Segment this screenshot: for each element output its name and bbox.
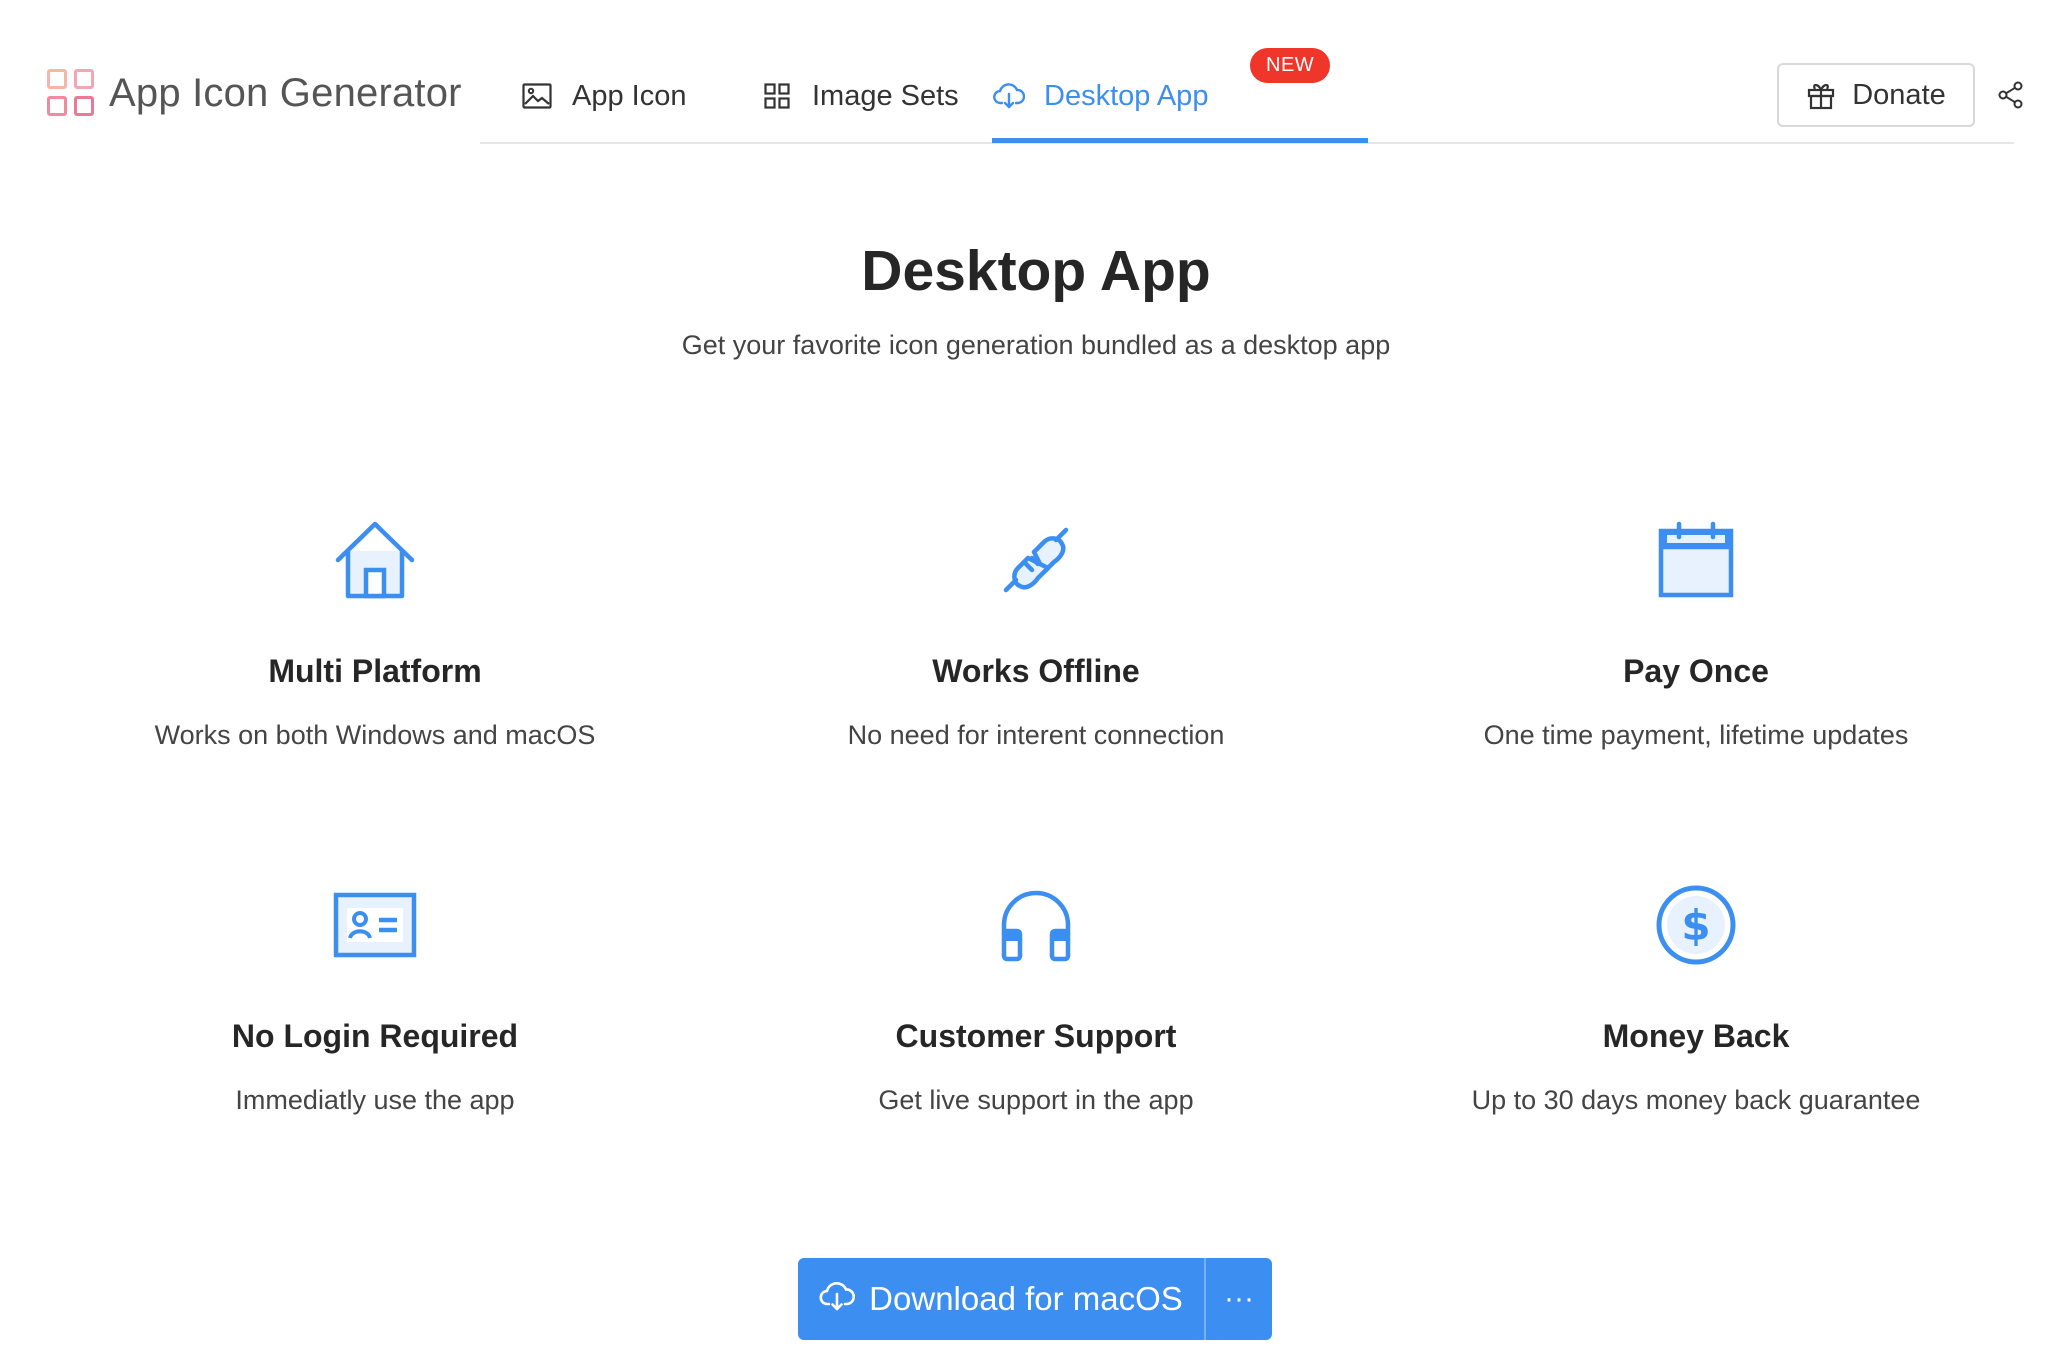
feature-multi-platform: Multi Platform Works on both Windows and…: [45, 515, 705, 751]
tab-label: Desktop App: [1044, 79, 1209, 112]
page-subtitle: Get your favorite icon generation bundle…: [681, 330, 1391, 360]
home-icon: [330, 515, 420, 605]
tab-label: Image Sets: [812, 79, 959, 112]
header: App Icon Generator App Icon Image Sets D…: [0, 0, 2072, 150]
page-title: Desktop App: [861, 239, 1211, 303]
feature-title: Money Back: [1602, 1018, 1790, 1054]
dollar-icon: $: [1651, 880, 1741, 970]
cloud-download-icon: [819, 1281, 856, 1317]
logo-text: App Icon Generator: [109, 70, 462, 115]
feature-description: One time payment, lifetime updates: [1483, 720, 1909, 750]
feature-money-back: $ Money Back Up to 30 days money back gu…: [1366, 880, 2026, 1116]
plug-icon: [991, 515, 1081, 605]
feature-pay-once: Pay Once One time payment, lifetime upda…: [1366, 515, 2026, 751]
logo[interactable]: App Icon Generator: [47, 69, 462, 117]
download-more-button[interactable]: ···: [1206, 1258, 1272, 1340]
calendar-icon: [1651, 515, 1741, 605]
tab-image-sets[interactable]: Image Sets: [760, 48, 959, 144]
download-macos-button[interactable]: Download for macOS: [798, 1258, 1204, 1340]
tab-desktop-app[interactable]: Desktop App: [992, 48, 1208, 144]
new-badge: NEW: [1250, 48, 1331, 83]
feature-title: No Login Required: [231, 1018, 519, 1054]
feature-description: Up to 30 days money back guarantee: [1471, 1085, 1921, 1115]
tab-app-icon[interactable]: App Icon: [520, 48, 686, 144]
id-card-icon: [330, 880, 420, 970]
grid-logo-icon: [47, 69, 95, 117]
active-tab-indicator: [992, 138, 1368, 143]
tab-label: App Icon: [572, 79, 687, 112]
grid-icon: [760, 79, 794, 113]
headphones-icon: [991, 880, 1081, 970]
feature-title: Works Offline: [932, 653, 1140, 689]
svg-text:$: $: [1681, 901, 1710, 950]
image-icon: [520, 79, 554, 113]
donate-label: Donate: [1852, 78, 1946, 111]
gift-icon: [1806, 80, 1836, 110]
feature-title: Multi Platform: [268, 653, 482, 689]
donate-button[interactable]: Donate: [1777, 63, 1975, 127]
download-label: Download for macOS: [869, 1280, 1183, 1317]
feature-title: Customer Support: [895, 1018, 1177, 1054]
feature-works-offline: Works Offline No need for interent conne…: [706, 515, 1366, 751]
download-button-group: Download for macOS ···: [798, 1258, 1272, 1340]
feature-description: Get live support in the app: [878, 1085, 1194, 1115]
feature-description: Works on both Windows and macOS: [154, 720, 596, 750]
feature-customer-support: Customer Support Get live support in the…: [706, 880, 1366, 1116]
cloud-download-icon: [992, 79, 1026, 113]
feature-description: Immediatly use the app: [235, 1085, 515, 1115]
feature-no-login: No Login Required Immediatly use the app: [45, 880, 705, 1116]
share-icon[interactable]: [1996, 80, 2026, 110]
feature-title: Pay Once: [1623, 653, 1769, 689]
feature-description: No need for interent connection: [847, 720, 1225, 750]
